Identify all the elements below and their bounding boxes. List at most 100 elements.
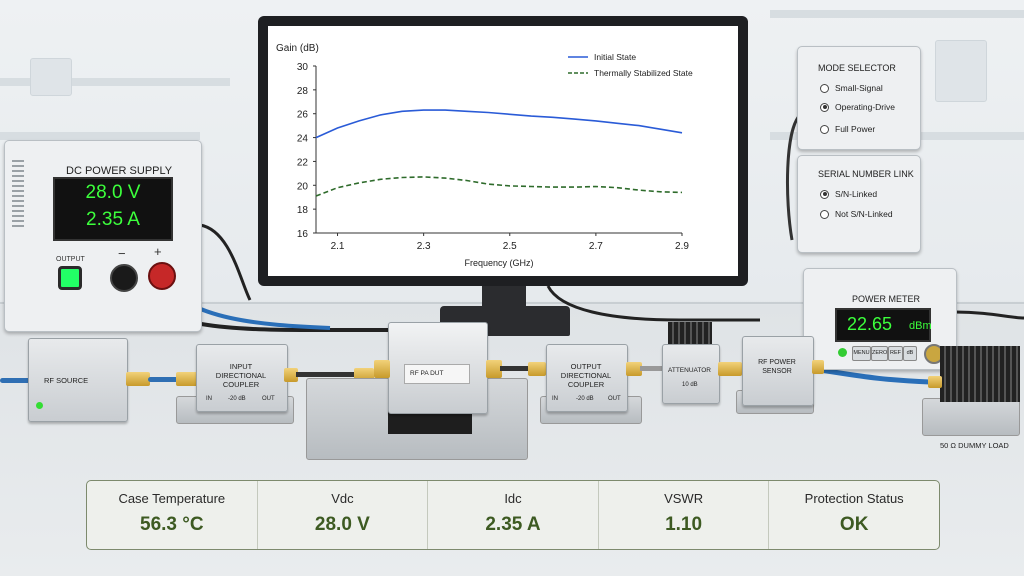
dummy-load-heatsink	[940, 346, 1020, 402]
series-line-0	[315, 109, 683, 139]
status-vswr: VSWR 1.10	[599, 481, 770, 549]
serial-option-label: Not S/N-Linked	[835, 209, 893, 219]
radio-icon	[820, 124, 829, 134]
status-value: 1.10	[665, 514, 703, 535]
dummy-load-base	[922, 398, 1020, 436]
gain-chart: 30 28 26 24 22 20 18 16 2.1 2.3 2.5 2.7 2.9 Gain (dB)…	[276, 43, 693, 268]
mode-option-full-power[interactable]: Full Power	[820, 124, 875, 134]
monitor-stand	[482, 286, 526, 308]
rf-cable	[640, 366, 664, 371]
psu-rear-cable	[199, 223, 252, 301]
output-coupler-out-label: OUT	[608, 396, 621, 402]
y-tick-label: 26	[297, 110, 309, 121]
serial-option-label: S/N-Linked	[835, 189, 878, 199]
serial-option-not-linked[interactable]: Not S/N-Linked	[820, 209, 893, 219]
radio-icon	[820, 83, 829, 93]
status-bar: Case Temperature 56.3 °C Vdc 28.0 V Idc …	[86, 480, 940, 550]
y-tick-label: 22	[297, 157, 309, 168]
psu-minus-label: −	[118, 246, 126, 261]
mode-selector-panel	[797, 46, 921, 150]
rf-cable	[148, 377, 178, 382]
status-value: 56.3 °C	[140, 514, 204, 535]
dummy-load-label: 50 Ω DUMMY LOAD	[940, 441, 1009, 450]
psu-output-button[interactable]	[58, 266, 82, 290]
dut-input-connector	[374, 360, 390, 378]
mode-option-label: Operating-Drive	[835, 102, 895, 112]
y-tick-label: 18	[297, 205, 309, 216]
rf-source-label: RF SOURCE	[44, 376, 89, 385]
status-label: Idc	[504, 491, 522, 506]
x-tick-label: 2.7	[589, 241, 603, 252]
power-meter-ref-button[interactable]: REF	[888, 346, 903, 361]
source-input-cable	[0, 378, 30, 383]
power-meter-value: 22.65	[847, 314, 893, 334]
y-tick-label: 28	[297, 86, 309, 97]
psu-title: DC POWER SUPPLY	[66, 165, 173, 177]
dut-label: RF PA DUT	[410, 370, 444, 377]
power-meter-unit: dBm	[909, 320, 932, 332]
dummy-load-connector	[928, 376, 942, 388]
connector	[718, 362, 742, 376]
psu-display: 28.0 V 2.35 A	[53, 177, 173, 241]
rf-cable	[296, 372, 356, 377]
power-meter-menu-button[interactable]: MENU	[852, 346, 871, 361]
meter-cable	[954, 310, 1024, 320]
input-coupler-coupling: -20 dB	[228, 396, 246, 402]
mode-option-operating-drive[interactable]: Operating-Drive	[820, 102, 895, 112]
x-tick-label: 2.9	[675, 241, 689, 252]
attenuator-label: ATTENUATOR	[668, 367, 711, 374]
radio-selected-icon	[820, 189, 829, 199]
x-tick-label: 2.5	[503, 241, 517, 252]
status-label: Protection Status	[804, 491, 904, 506]
power-meter-title: POWER METER	[852, 294, 921, 304]
psu-output-label: OUTPUT	[56, 256, 85, 263]
x-axis-label: Frequency (GHz)	[464, 258, 533, 268]
status-idc: Idc 2.35 A	[428, 481, 599, 549]
power-meter-led	[838, 348, 847, 357]
rf-source-led	[36, 402, 43, 409]
status-label: Vdc	[331, 491, 354, 506]
connector	[126, 372, 150, 386]
serial-option-linked[interactable]: S/N-Linked	[820, 189, 877, 199]
psu-voltage-readout: 28.0 V	[85, 182, 141, 203]
input-coupler-out-label: OUT	[262, 396, 275, 402]
status-value: 28.0 V	[314, 514, 370, 535]
psu-vent	[12, 160, 24, 230]
rf-power-sensor-label: RF POWER SENSOR	[758, 359, 796, 375]
power-meter-display: 22.65 dBm	[835, 308, 932, 342]
psu-negative-terminal[interactable]	[110, 264, 138, 292]
monitor-cable	[546, 285, 760, 322]
psu-current-readout: 2.35 A	[86, 209, 140, 230]
sensor-cable	[819, 367, 931, 385]
output-coupler-in-label: IN	[552, 396, 558, 402]
connector	[176, 372, 198, 386]
connector	[812, 360, 824, 374]
status-case-temperature: Case Temperature 56.3 °C	[87, 481, 258, 549]
status-value: 2.35 A	[485, 514, 541, 535]
y-axis-label: Gain (dB)	[276, 43, 319, 54]
legend-entry: Initial State	[594, 52, 636, 62]
output-coupler-label: OUTPUT DIRECTIONAL COUPLER	[560, 362, 612, 389]
attenuator-value: 10 dB	[682, 382, 698, 388]
mode-option-label: Small-Signal	[835, 83, 883, 93]
y-tick-label: 24	[297, 134, 309, 145]
status-protection: Protection Status OK	[769, 481, 939, 549]
power-meter-zero-button[interactable]: ZERO	[871, 346, 888, 361]
radio-selected-icon	[820, 102, 829, 112]
status-label: Case Temperature	[118, 491, 226, 506]
status-label: VSWR	[664, 491, 704, 506]
serial-link-title: SERIAL NUMBER LINK	[818, 169, 914, 179]
legend-entry: Thermally Stabilized State	[594, 68, 693, 78]
series-line-1	[315, 176, 683, 197]
attenuator-heatsink	[668, 322, 712, 346]
gain-chart-screen: 30 28 26 24 22 20 18 16 2.1 2.3 2.5 2.7 2.9 Gain (dB)…	[268, 26, 738, 276]
mode-option-small-signal[interactable]: Small-Signal	[820, 83, 883, 93]
input-coupler-label: INPUT DIRECTIONAL COUPLER	[215, 362, 267, 389]
radio-icon	[820, 209, 829, 219]
y-tick-label: 16	[297, 229, 309, 240]
mode-option-label: Full Power	[835, 124, 876, 134]
connector	[528, 362, 546, 376]
power-meter-db-button[interactable]: dB	[903, 346, 917, 361]
mode-selector-title: MODE SELECTOR	[818, 63, 896, 73]
psu-positive-terminal[interactable]	[148, 262, 176, 290]
